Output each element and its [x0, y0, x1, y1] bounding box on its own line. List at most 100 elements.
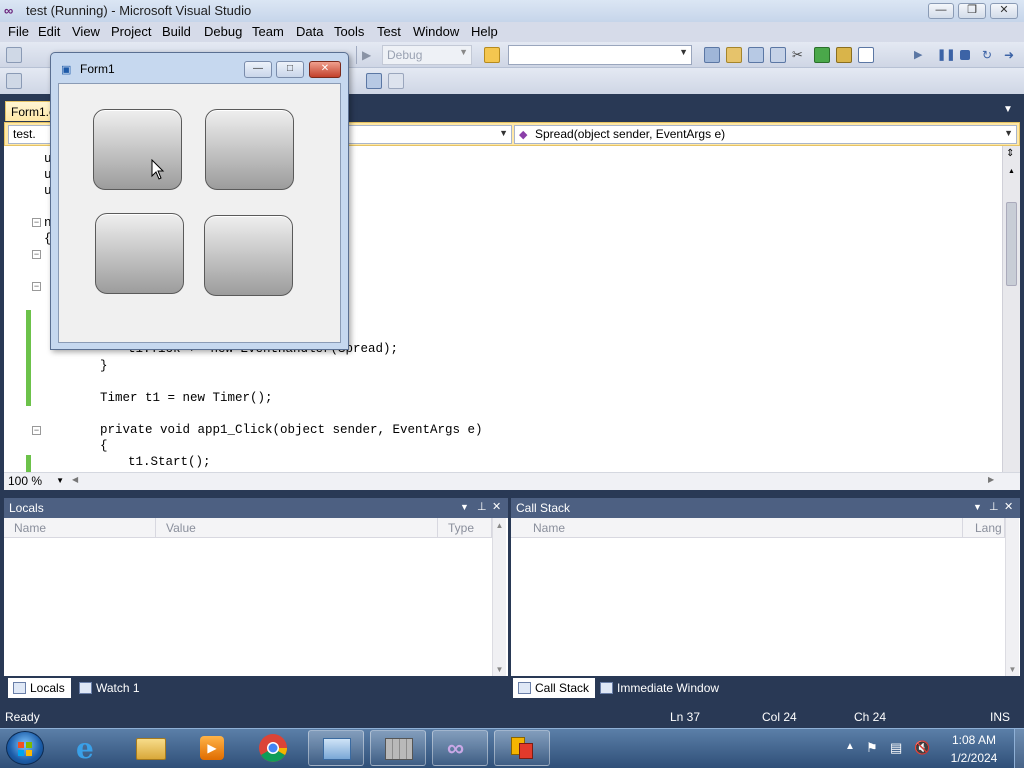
zoom-combo[interactable]: 100 % ▼ [8, 474, 64, 489]
volume-muted-icon[interactable]: 🔇 [914, 740, 930, 756]
locals-scrollbar[interactable]: ▲ ▼ [492, 518, 506, 676]
explorer-taskbar-button[interactable] [124, 730, 180, 766]
scroll-down-icon[interactable]: ▼ [1006, 665, 1019, 674]
column-header-type[interactable]: Type [438, 518, 492, 538]
menu-window[interactable]: Window [413, 24, 459, 39]
call-stack-title-bar: Call Stack ▼ ⊥ ✕ [511, 498, 1020, 518]
column-header-name[interactable]: Name [4, 518, 156, 538]
pin-icon[interactable]: ⊥ [477, 500, 487, 513]
column-header-value[interactable]: Value [156, 518, 438, 538]
form1-minimize-button[interactable]: — [244, 61, 272, 78]
chrome-taskbar-button[interactable] [246, 730, 302, 766]
collapse-region-icon[interactable]: − [32, 218, 41, 227]
command-window-icon[interactable] [858, 47, 874, 63]
close-icon[interactable]: ✕ [492, 500, 501, 513]
clock-time[interactable]: 1:08 AM [944, 733, 1004, 747]
menu-help[interactable]: Help [471, 24, 498, 39]
menu-project[interactable]: Project [111, 24, 151, 39]
menu-view[interactable]: View [72, 24, 100, 39]
app2-button[interactable] [205, 109, 294, 190]
control-panel-taskbar-button[interactable] [308, 730, 364, 766]
restart-icon[interactable]: ↻ [982, 47, 998, 63]
tab-call-stack[interactable]: Call Stack [513, 678, 596, 698]
action-center-icon[interactable]: ⚑ [866, 740, 882, 756]
firewall-taskbar-button[interactable] [370, 730, 426, 766]
status-bar: Ready Ln 37 Col 24 Ch 24 INS [0, 706, 1024, 728]
chevron-down-icon[interactable]: ▼ [460, 502, 469, 512]
menu-test[interactable]: Test [377, 24, 401, 39]
continue-icon[interactable]: ▶ [914, 47, 930, 63]
tab-watch-1[interactable]: Watch 1 [74, 678, 146, 698]
code-line: t1.Start(); [128, 455, 211, 469]
menu-file[interactable]: File [8, 24, 29, 39]
collapse-region-icon[interactable]: − [32, 426, 41, 435]
new-project-icon[interactable] [6, 47, 22, 63]
call-stack-scrollbar[interactable]: ▼ [1005, 518, 1019, 676]
editor-vertical-scrollbar[interactable]: ⇕ ▲ [1002, 146, 1020, 472]
scroll-left-icon[interactable]: ◀ [72, 475, 78, 484]
show-desktop-button[interactable] [1014, 729, 1024, 768]
column-header-name[interactable]: Name [511, 518, 963, 538]
collapse-region-icon[interactable]: − [32, 250, 41, 259]
scroll-up-icon[interactable]: ▲ [1008, 168, 1015, 175]
properties-icon[interactable] [726, 47, 742, 63]
form1-window[interactable]: ▣ Form1 — □ ✕ [50, 52, 349, 350]
scrollbar-thumb[interactable] [1006, 202, 1017, 286]
chevron-down-icon[interactable]: ▼ [973, 502, 982, 512]
bookmark-icon[interactable] [388, 73, 404, 89]
restore-button[interactable]: ❐ [958, 3, 986, 19]
scroll-down-icon[interactable]: ▼ [493, 665, 506, 674]
app4-button[interactable] [204, 215, 293, 296]
member-dropdown[interactable]: ◆ Spread(object sender, EventArgs e) ▼ [514, 125, 1017, 144]
column-header-lang[interactable]: Lang [963, 518, 1005, 538]
tab-immediate-window[interactable]: Immediate Window [595, 678, 725, 698]
close-icon[interactable]: ✕ [1004, 500, 1013, 513]
comment-out-icon[interactable] [366, 73, 382, 89]
close-button[interactable]: ✕ [990, 3, 1018, 19]
stop-debugging-icon[interactable] [960, 50, 970, 60]
tab-locals[interactable]: Locals [8, 678, 71, 698]
status-line: Ln 37 [670, 710, 701, 724]
pin-icon[interactable]: ⊥ [989, 500, 999, 513]
collapse-region-icon[interactable]: − [32, 282, 41, 291]
editor-horizontal-scrollbar[interactable]: ◀ ▶ [4, 472, 1020, 490]
media-player-taskbar-button[interactable]: ▶ [184, 730, 240, 766]
find-combo-input[interactable]: ▼ [508, 45, 692, 65]
menu-team[interactable]: Team [252, 24, 284, 39]
show-next-statement-icon[interactable]: ➜ [1004, 47, 1020, 63]
menu-debug[interactable]: Debug [204, 24, 242, 39]
scroll-right-icon[interactable]: ▶ [988, 475, 994, 484]
form1-maximize-button[interactable]: □ [276, 61, 304, 78]
tools-icon[interactable]: ✂ [792, 47, 808, 63]
extension-manager-icon[interactable] [836, 47, 852, 63]
split-handle-icon[interactable]: ⇕ [1006, 148, 1014, 159]
start-debugging-icon[interactable]: ▶ [362, 47, 378, 63]
scroll-up-icon[interactable]: ▲ [493, 518, 506, 530]
app1-button[interactable] [93, 109, 182, 190]
menu-data[interactable]: Data [296, 24, 323, 39]
chevron-down-icon: ▼ [679, 47, 688, 57]
form1-taskbar-button[interactable] [494, 730, 550, 766]
start-page-icon[interactable] [814, 47, 830, 63]
start-button[interactable] [6, 731, 44, 765]
status-text: Ready [5, 710, 40, 724]
active-files-dropdown-icon[interactable]: ▼ [1003, 104, 1013, 115]
toolbox-icon[interactable] [770, 47, 786, 63]
solution-explorer-icon[interactable] [704, 47, 720, 63]
app3-button[interactable] [95, 213, 184, 294]
minimize-button[interactable]: — [928, 3, 954, 19]
form1-client-area [58, 83, 341, 343]
internet-explorer-taskbar-button[interactable]: e [62, 730, 118, 766]
network-icon[interactable]: ▤ [890, 740, 906, 756]
form1-close-button[interactable]: ✕ [309, 61, 341, 78]
menu-tools[interactable]: Tools [334, 24, 364, 39]
clock-date[interactable]: 1/2/2024 [944, 751, 1004, 765]
menu-edit[interactable]: Edit [38, 24, 60, 39]
visual-studio-taskbar-button[interactable]: ∞ [432, 730, 488, 766]
break-all-icon[interactable]: ❚❚ [937, 47, 955, 63]
menu-build[interactable]: Build [162, 24, 191, 39]
solution-configuration-combo[interactable]: Debug ▼ [382, 45, 472, 65]
find-in-files-icon[interactable] [484, 47, 500, 63]
show-hidden-icons-icon[interactable]: ▲ [845, 741, 855, 752]
object-browser-icon[interactable] [748, 47, 764, 63]
